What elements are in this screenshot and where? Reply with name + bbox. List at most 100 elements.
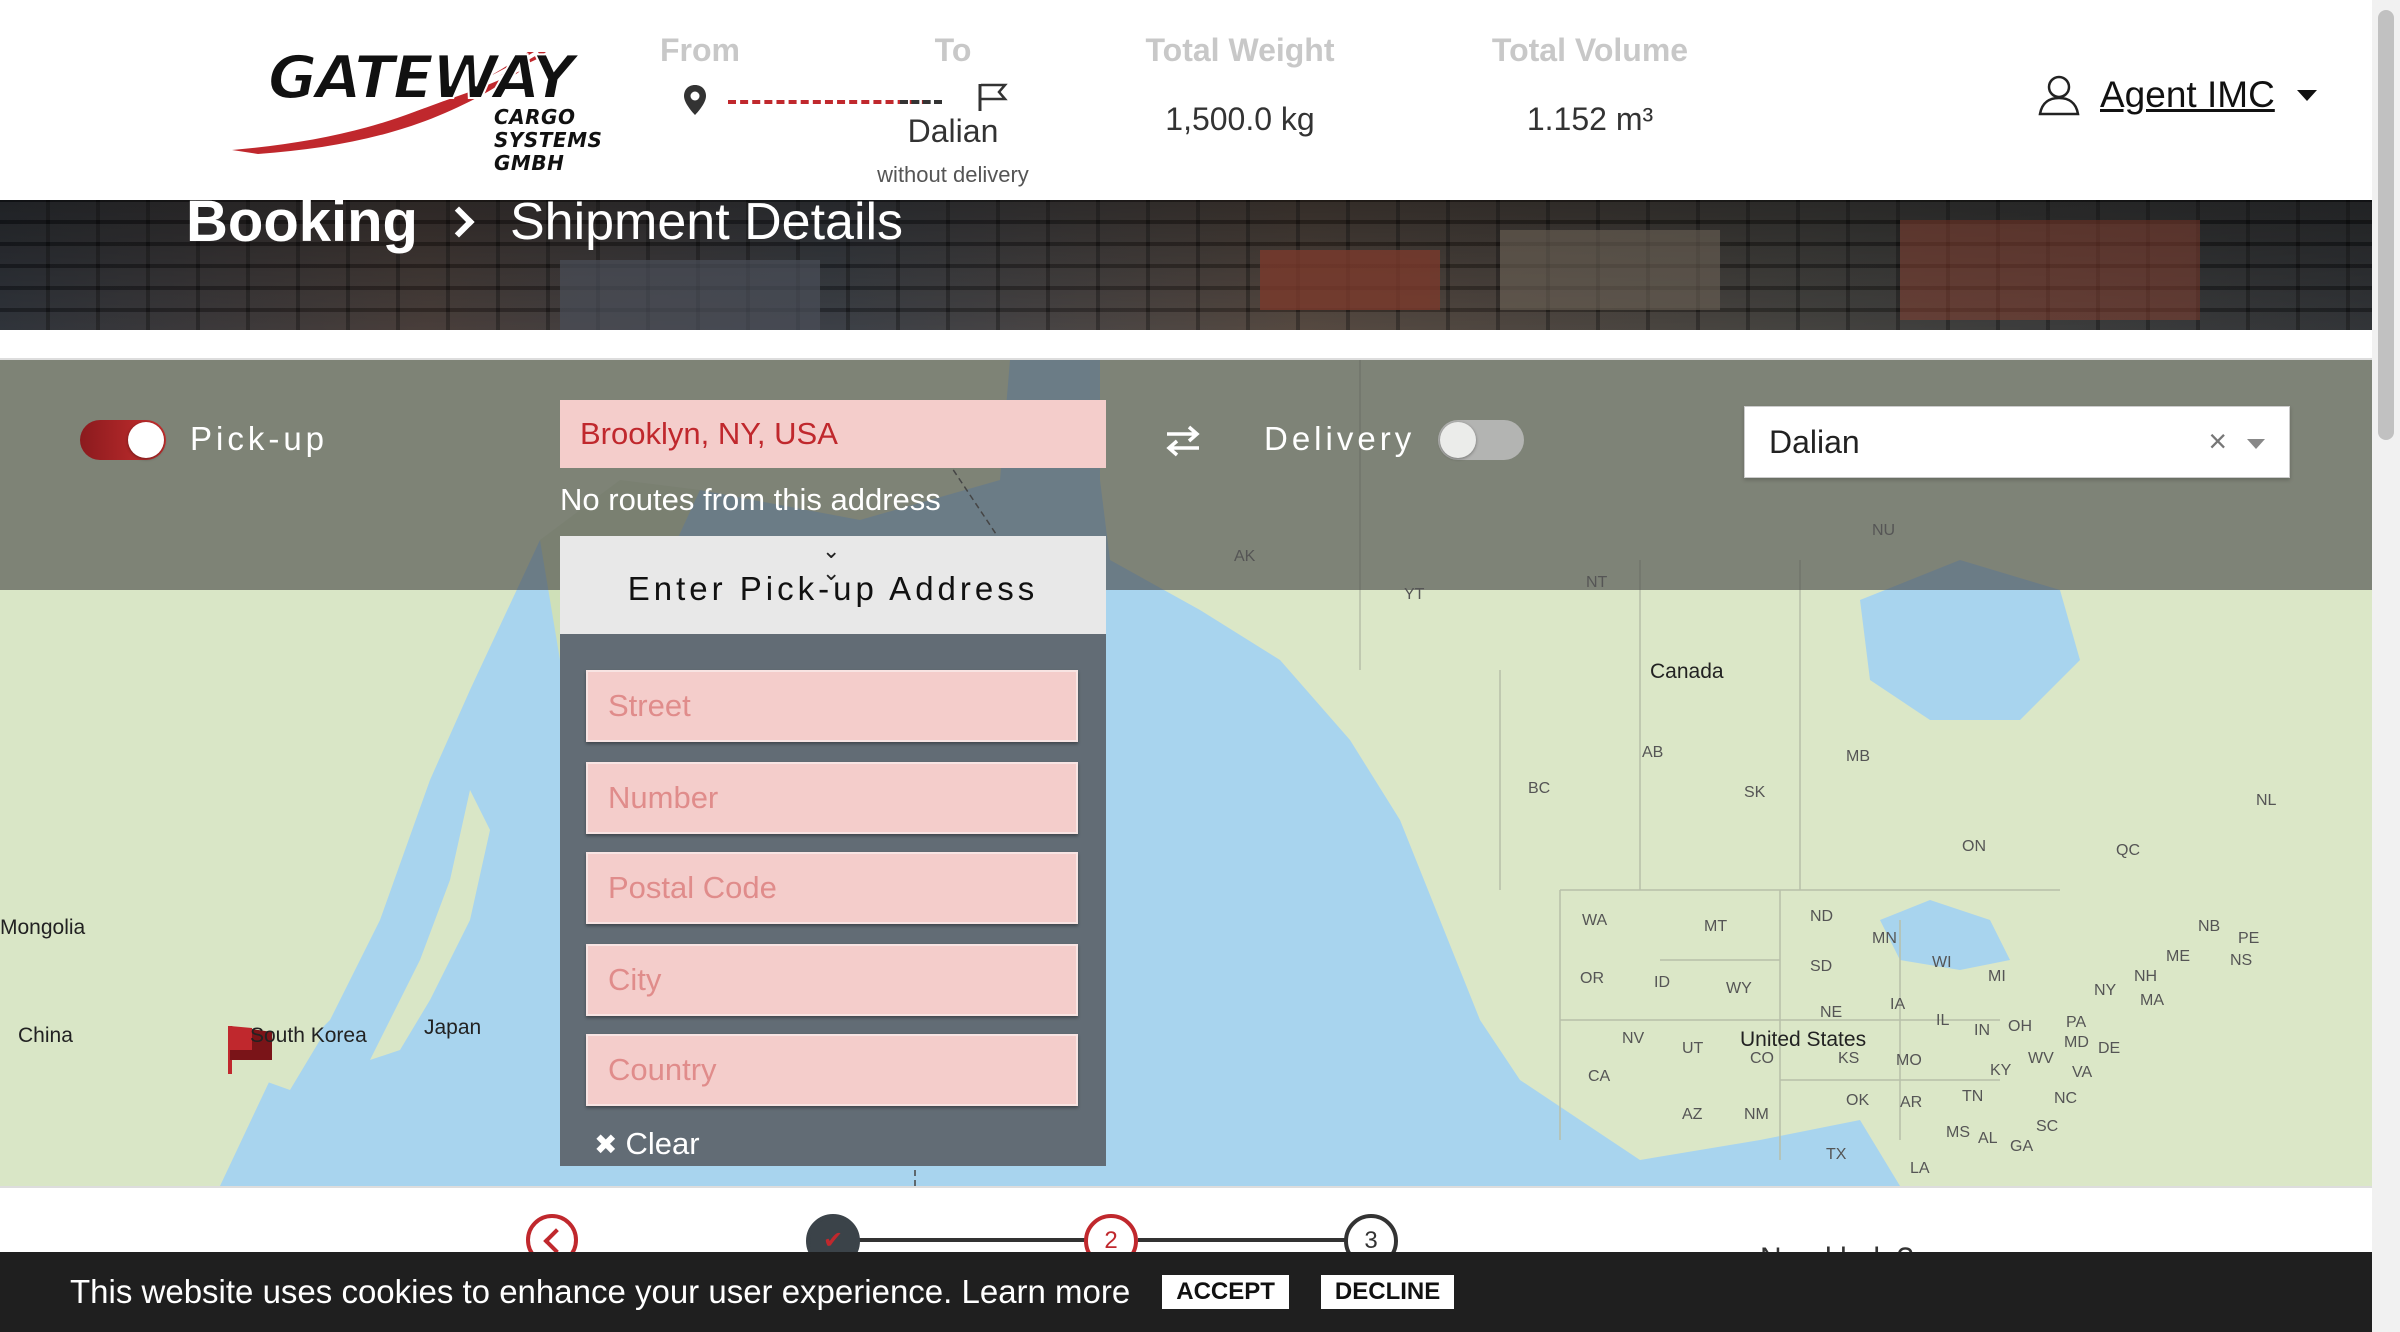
map-label-me: ME <box>2166 948 2190 965</box>
map-label-wa: WA <box>1582 912 1608 929</box>
logo-wordmark: GATEWAY <box>268 44 580 113</box>
section-divider <box>0 330 2372 360</box>
map-label-id: ID <box>1654 974 1670 991</box>
map-label-nc: NC <box>2054 1090 2078 1107</box>
map-label-nv: NV <box>1622 1030 1645 1047</box>
street-input[interactable] <box>586 670 1078 742</box>
map-label-tn: TN <box>1962 1088 1984 1105</box>
map-label-canada: Canada <box>1650 660 1724 683</box>
agent-name[interactable]: Agent IMC <box>2100 74 2275 116</box>
map-label-pe: PE <box>2238 930 2260 947</box>
chevron-right-icon <box>443 205 475 238</box>
map-label-ms: MS <box>1946 1124 1970 1141</box>
map-label-nh: NH <box>2134 968 2158 985</box>
clear-label: Clear <box>625 1126 700 1161</box>
map-label-in: IN <box>1974 1022 1990 1039</box>
map-label-pa: PA <box>2066 1014 2087 1031</box>
pickup-label: Pick-up <box>190 420 329 457</box>
map-label-ok: OK <box>1846 1092 1870 1109</box>
to-label: To <box>934 32 972 68</box>
decline-button[interactable]: DECLINE <box>1320 1275 1455 1309</box>
toggle-knob <box>128 422 164 458</box>
delivery-toggle[interactable] <box>1438 420 1524 460</box>
map-label-china: China <box>18 1024 73 1047</box>
step-connector <box>1138 1238 1348 1242</box>
breadcrumb-root[interactable]: Booking <box>186 188 418 255</box>
breadcrumb: Booking Shipment Details <box>186 188 903 255</box>
top-header: GATEWAY CARGO SYSTEMS GMBH From To Dalia… <box>0 0 2372 200</box>
map-label-wy: WY <box>1726 980 1752 997</box>
map-label-co: CO <box>1750 1050 1774 1067</box>
from-label: From <box>660 32 740 68</box>
pickup-address-input[interactable] <box>560 400 1106 468</box>
map-label-va: VA <box>2072 1064 2093 1081</box>
accept-button[interactable]: ACCEPT <box>1162 1275 1289 1309</box>
map-label-united-states: United States <box>1740 1028 1867 1051</box>
cookie-message[interactable]: This website uses cookies to enhance you… <box>70 1273 1130 1311</box>
map-label-nu: NU <box>1872 522 1896 539</box>
map-label-mongolia: Mongolia <box>0 916 86 939</box>
map-label-az: AZ <box>1682 1106 1703 1123</box>
map-label-de: DE <box>2098 1040 2121 1057</box>
page-scrollbar[interactable] <box>2372 0 2400 1332</box>
location-pin-icon <box>684 85 706 115</box>
map-label-qc: QC <box>2116 842 2140 859</box>
map-label-sk: SK <box>1744 784 1766 801</box>
scrollbar-thumb[interactable] <box>2378 10 2394 440</box>
weight-column: Total Weight 1,500.0 kg <box>1130 32 1350 138</box>
map-label-nb: NB <box>2198 918 2221 935</box>
gateway-logo[interactable]: GATEWAY CARGO SYSTEMS GMBH <box>228 42 668 175</box>
number-input[interactable] <box>586 762 1078 834</box>
pickup-toggle[interactable] <box>80 420 166 460</box>
postal-code-input[interactable] <box>586 852 1078 924</box>
map-label-or: OR <box>1580 970 1604 987</box>
destination-select[interactable]: Dalian × <box>1744 406 2290 478</box>
dropdown-arrow-icon[interactable] <box>2247 439 2265 449</box>
map-label-south-korea: South Korea <box>250 1024 367 1047</box>
map-label-ar: AR <box>1900 1094 1923 1111</box>
user-icon <box>2038 75 2080 116</box>
map-label-il: IL <box>1936 1012 1950 1029</box>
volume-value: 1.152 m³ <box>1526 101 1654 137</box>
map-label-ns: NS <box>2230 952 2253 969</box>
volume-column: Total Volume 1.152 m³ <box>1470 32 1710 138</box>
weight-label: Total Weight <box>1145 32 1335 68</box>
map-label-ks: KS <box>1838 1050 1860 1067</box>
map-label-oh: OH <box>2008 1018 2032 1035</box>
from-column: From <box>660 32 780 69</box>
close-icon: ✖ <box>594 1128 618 1160</box>
panel-header[interactable]: ⌄ ⌄ Enter Pick-up Address <box>560 536 1106 634</box>
clear-button[interactable]: ✖ Clear <box>594 1126 700 1162</box>
map-label-mt: MT <box>1704 918 1728 935</box>
map-label-mn: MN <box>1872 930 1897 947</box>
city-input[interactable] <box>586 944 1078 1016</box>
clear-selection-icon[interactable]: × <box>2208 423 2227 460</box>
cookie-banner: This website uses cookies to enhance you… <box>0 1252 2372 1332</box>
step-connector <box>858 1238 1108 1242</box>
map-label-ga: GA <box>2010 1138 2034 1155</box>
route-map[interactable]: Mongolia China South Korea Japan Canada … <box>0 360 2372 1186</box>
map-label-tx: TX <box>1826 1146 1847 1163</box>
map-label-ca: CA <box>1588 1068 1611 1085</box>
logo-sub-line1: CARGO <box>494 105 576 129</box>
map-label-bc: BC <box>1528 780 1551 797</box>
map-label-wi: WI <box>1932 954 1952 971</box>
map-label-md: MD <box>2064 1034 2089 1051</box>
swap-icon[interactable] <box>1163 424 1203 458</box>
delivery-label: Delivery <box>1264 420 1416 457</box>
map-label-ia: IA <box>1890 996 1906 1013</box>
country-input[interactable] <box>586 1034 1078 1106</box>
map-label-ak: AK <box>1234 548 1256 565</box>
map-label-ut: UT <box>1682 1040 1704 1057</box>
map-label-ab: AB <box>1642 744 1664 761</box>
toggle-knob <box>1440 422 1476 458</box>
to-column: To Dalian without delivery <box>858 32 1048 188</box>
map-label-wv: WV <box>2028 1050 2054 1067</box>
map-label-ne: NE <box>1820 1004 1843 1021</box>
map-label-la: LA <box>1910 1160 1930 1177</box>
map-label-on: ON <box>1962 838 1986 855</box>
map-label-mi: MI <box>1988 968 2006 985</box>
agent-menu[interactable]: Agent IMC <box>2038 74 2317 116</box>
caret-down-icon[interactable] <box>2296 89 2317 101</box>
map-label-mb: MB <box>1846 748 1870 765</box>
